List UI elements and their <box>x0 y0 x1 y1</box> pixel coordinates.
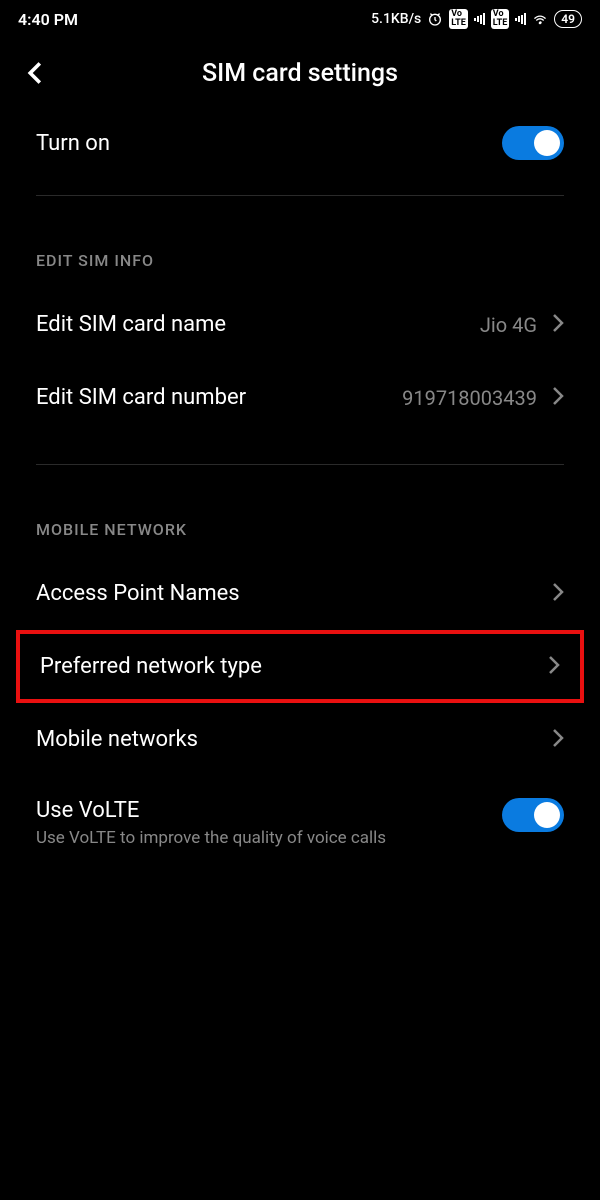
battery-icon: 49 <box>554 10 582 28</box>
volte-icon-2: VoLTE <box>491 9 510 29</box>
mobile-networks-row[interactable]: Mobile networks <box>0 703 600 776</box>
toggle-knob <box>534 130 560 156</box>
signal-icon-2 <box>515 13 526 25</box>
volte-sublabel: Use VoLTE to improve the quality of voic… <box>36 827 482 849</box>
volte-toggle[interactable] <box>502 798 564 832</box>
chevron-right-icon <box>548 655 560 679</box>
page-title: SIM card settings <box>202 59 398 88</box>
sim-number-label: Edit SIM card number <box>36 385 246 410</box>
chevron-right-icon <box>552 582 564 606</box>
turn-on-label: Turn on <box>36 131 110 156</box>
back-button[interactable] <box>20 58 50 88</box>
sim-name-label: Edit SIM card name <box>36 312 226 337</box>
signal-icon-1 <box>474 13 485 25</box>
mobile-networks-label: Mobile networks <box>36 727 198 752</box>
status-bar: 4:40 PM 5.1KB/s VoLTE VoLTE 49 <box>0 0 600 38</box>
section-mobile-network: MOBILE NETWORK <box>0 465 600 557</box>
volte-icon-1: VoLTE <box>449 9 468 29</box>
chevron-right-icon <box>552 728 564 752</box>
apn-row[interactable]: Access Point Names <box>0 557 600 630</box>
toggle-knob <box>534 802 560 828</box>
volte-label: Use VoLTE <box>36 798 482 823</box>
status-indicators: 5.1KB/s VoLTE VoLTE 49 <box>371 9 582 29</box>
chevron-right-icon <box>552 313 564 337</box>
sim-number-value: 919718003439 <box>402 386 537 410</box>
preferred-network-type-row[interactable]: Preferred network type <box>16 630 584 703</box>
section-edit-sim: EDIT SIM INFO <box>0 196 600 288</box>
apn-label: Access Point Names <box>36 581 240 606</box>
chevron-right-icon <box>552 386 564 410</box>
chevron-left-icon <box>27 61 43 85</box>
header: SIM card settings <box>0 38 600 116</box>
preferred-network-label: Preferred network type <box>40 654 262 679</box>
wifi-icon <box>532 11 548 27</box>
turn-on-toggle[interactable] <box>502 126 564 160</box>
edit-sim-number-row[interactable]: Edit SIM card number 919718003439 <box>0 361 600 434</box>
turn-on-row: Turn on <box>0 116 600 195</box>
alarm-icon <box>427 11 443 27</box>
status-time: 4:40 PM <box>18 10 78 29</box>
sim-name-value: Jio 4G <box>480 313 537 337</box>
edit-sim-name-row[interactable]: Edit SIM card name Jio 4G <box>0 288 600 361</box>
use-volte-row: Use VoLTE Use VoLTE to improve the quali… <box>0 776 600 871</box>
status-speed: 5.1KB/s <box>371 11 421 27</box>
